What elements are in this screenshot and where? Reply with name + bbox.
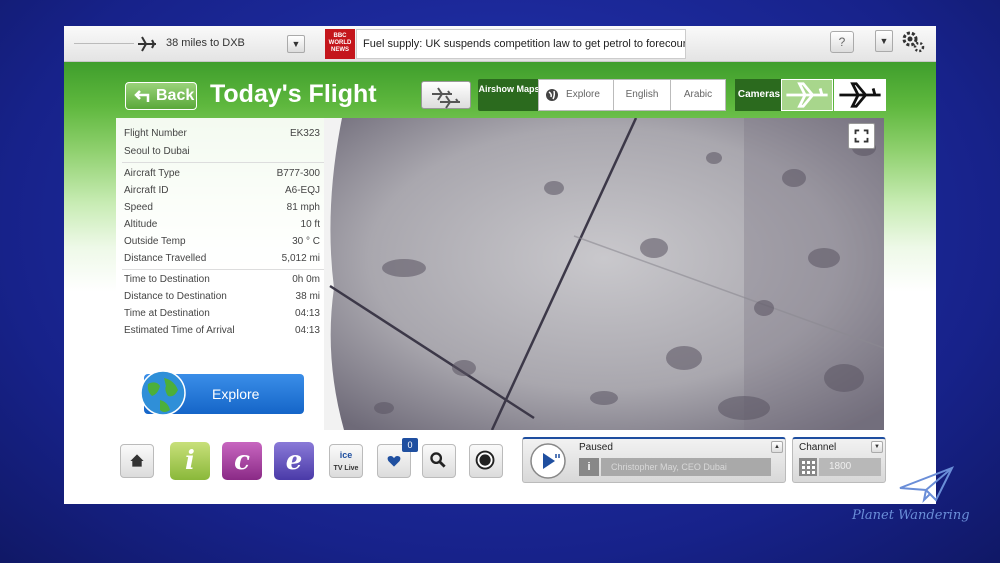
entertainment-tile-button[interactable]: e — [274, 442, 314, 480]
ice-tv-live-button[interactable]: ice TV Live — [329, 444, 363, 478]
info-label: Time to Destination — [124, 274, 210, 285]
record-button[interactable] — [469, 444, 503, 478]
info-row: Estimated Time of Arrival 04:13 — [116, 325, 332, 341]
info-value: 81 mph — [286, 202, 320, 213]
channel-label: Channel — [799, 442, 837, 453]
divider — [122, 269, 326, 270]
airshow-maps-label: Airshow Maps — [478, 79, 540, 111]
info-value: 38 mi — [295, 291, 320, 302]
info-row: Aircraft ID A6-EQJ — [116, 185, 332, 201]
info-row: Speed 81 mph — [116, 202, 332, 218]
info-label: Time at Destination — [124, 308, 210, 319]
info-label: Flight Number — [124, 128, 187, 139]
news-ticker[interactable]: Fuel supply: UK suspends competition law… — [356, 29, 686, 59]
info-tile-button[interactable]: i — [170, 442, 210, 480]
top-bar: 38 miles to DXB ▼ BBC WORLD NEWS Fuel supp… — [64, 26, 936, 62]
info-value: 04:13 — [294, 308, 320, 319]
info-row: Altitude 10 ft — [116, 219, 332, 235]
info-row: Flight Number EK323 — [116, 128, 332, 144]
tab-arabic[interactable]: Arabic — [670, 79, 726, 111]
play-pause-icon[interactable] — [529, 442, 567, 480]
camera-front-view-button[interactable] — [834, 79, 886, 111]
globe-icon — [546, 89, 558, 101]
communicate-tile-button[interactable]: c — [222, 442, 262, 480]
record-icon — [475, 450, 495, 470]
keypad-icon[interactable] — [799, 458, 817, 476]
tab-english[interactable]: English — [613, 79, 671, 111]
info-value: EK323 — [289, 128, 320, 139]
flight-info-panel: Flight Number EK323 Seoul to Dubai Aircr… — [116, 118, 332, 426]
info-value: B777-300 — [276, 168, 320, 179]
chevron-down-icon[interactable]: ▼ — [287, 35, 305, 53]
plane-top-icon — [786, 82, 828, 108]
progress-track — [74, 43, 134, 44]
ice-label: ice — [339, 450, 353, 460]
info-row: Time at Destination 04:13 — [116, 308, 332, 324]
route-row: Seoul to Dubai — [116, 146, 332, 162]
player-status: Paused — [579, 442, 613, 453]
runway-camera-image — [324, 118, 884, 430]
planes-icon — [432, 87, 460, 109]
back-button[interactable]: Back — [125, 82, 197, 110]
page-title: Today's Flight — [210, 80, 377, 108]
info-value: 30 ° C — [292, 236, 320, 247]
info-row: Outside Temp 30 ° C — [116, 236, 332, 252]
ife-screen: 38 miles to DXB ▼ BBC WORLD NEWS Fuel supp… — [64, 26, 936, 504]
bbc-news-logo: BBC WORLD NEWS — [325, 29, 355, 59]
home-icon — [130, 454, 144, 467]
help-button[interactable]: ? — [830, 31, 854, 53]
info-row: Distance to Destination 38 mi — [116, 291, 332, 307]
info-label: Distance to Destination — [124, 291, 227, 302]
route-text: Seoul to Dubai — [124, 146, 190, 157]
explore-label: Explore — [212, 386, 260, 402]
favorites-count-badge: 0 — [402, 438, 418, 452]
info-value: A6-EQJ — [284, 185, 320, 196]
watermark-text: Planet Wandering — [852, 508, 970, 523]
distance-to-destination: 38 miles to DXB — [166, 37, 245, 49]
tab-explore[interactable]: Explore — [538, 79, 614, 111]
expand-icon — [854, 129, 869, 143]
explore-button[interactable]: Explore — [140, 370, 304, 416]
globe-icon — [140, 370, 186, 416]
chevron-up-icon[interactable]: ▲ — [771, 441, 783, 453]
cameras-label: Cameras — [735, 79, 783, 111]
info-value: 0h 0m — [292, 274, 320, 285]
plane-front-icon — [839, 82, 881, 108]
info-value: 04:13 — [294, 325, 320, 336]
back-label: Back — [156, 87, 195, 104]
info-label: Speed — [124, 202, 153, 213]
info-label: Estimated Time of Arrival — [124, 325, 235, 336]
info-row: Aircraft Type B777-300 — [116, 168, 332, 184]
info-label: Aircraft Type — [124, 168, 180, 179]
search-icon — [430, 452, 446, 468]
info-label: Aircraft ID — [124, 185, 169, 196]
tv-live-label: TV Live — [333, 465, 359, 472]
grid-icon — [802, 461, 815, 474]
home-button[interactable] — [120, 444, 154, 478]
chevron-down-icon[interactable]: ▼ — [875, 30, 893, 52]
info-label: Altitude — [124, 219, 158, 230]
info-value: 5,012 mi — [281, 253, 320, 264]
planet-wandering-watermark: Planet Wandering — [852, 466, 974, 530]
info-row: Distance Travelled 5,012 mi — [116, 253, 332, 269]
tab-label: Explore — [566, 89, 600, 100]
flight-info-button[interactable] — [421, 81, 471, 109]
info-icon[interactable]: i — [579, 458, 599, 476]
audio-player: Paused i Christopher May, CEO Dubai ▲ — [522, 437, 786, 483]
gear-icon[interactable] — [900, 29, 926, 55]
camera-view — [324, 118, 884, 430]
divider — [122, 162, 326, 163]
back-arrow-icon — [134, 90, 150, 102]
info-row: Time to Destination 0h 0m — [116, 274, 332, 290]
plane-icon — [138, 36, 156, 52]
paper-plane-icon — [899, 466, 955, 504]
chevron-down-icon[interactable]: ▼ — [871, 441, 883, 453]
info-value: 10 ft — [300, 219, 320, 230]
search-button[interactable] — [422, 444, 456, 478]
camera-top-view-button[interactable] — [781, 79, 833, 111]
track-title: Christopher May, CEO Dubai — [601, 458, 771, 476]
info-label: Outside Temp — [124, 236, 186, 247]
info-label: Distance Travelled — [124, 253, 207, 264]
fullscreen-button[interactable] — [848, 123, 875, 149]
